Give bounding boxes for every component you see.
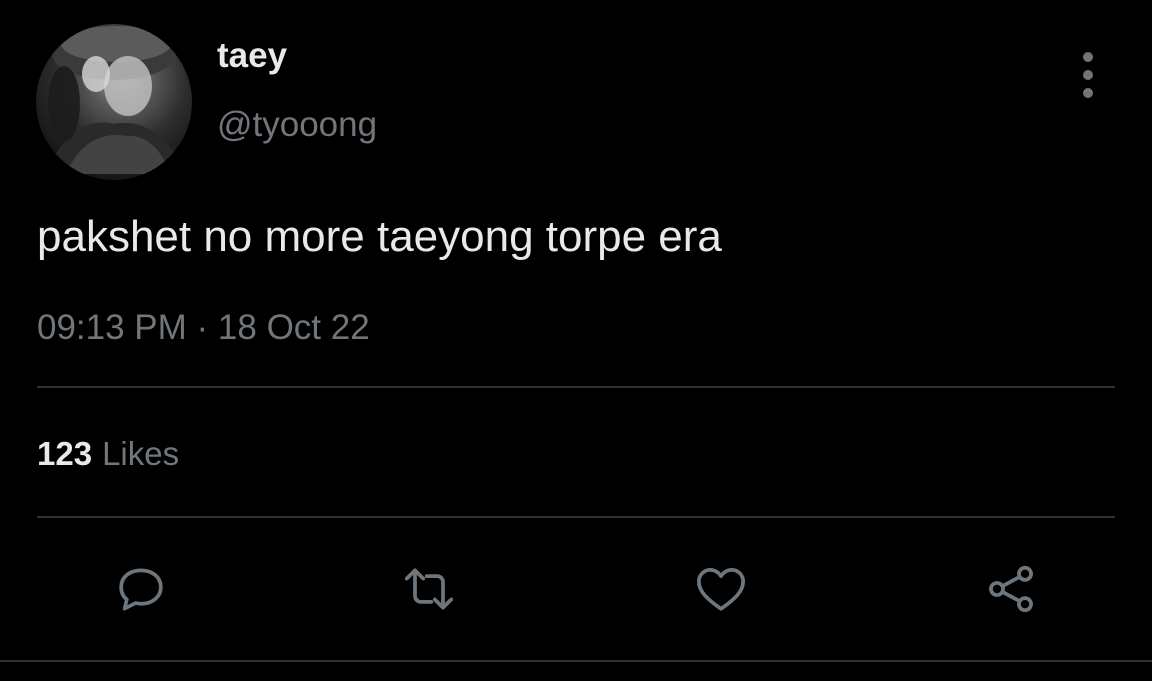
avatar[interactable] [36,24,192,180]
tweet-timestamp[interactable]: 09:13 PM · 18 Oct 22 [37,310,370,345]
divider [37,516,1115,518]
divider [37,386,1115,388]
share-icon [989,565,1033,613]
user-handle[interactable]: @tyooong [217,107,377,142]
tweet-text: pakshet no more taeyong torpe era [37,212,722,261]
more-options-button[interactable] [1070,52,1106,98]
more-vertical-icon [1083,88,1093,98]
retweet-button[interactable] [398,558,460,620]
more-vertical-icon [1083,70,1093,80]
likes-count: 123 [37,435,93,472]
reply-button[interactable] [110,558,172,620]
likes-stat[interactable]: 123 Likes [37,437,179,470]
like-button[interactable] [690,558,752,620]
display-name[interactable]: taey [217,38,287,73]
retweet-icon [404,568,454,610]
more-vertical-icon [1083,52,1093,62]
share-button[interactable] [980,558,1042,620]
divider [0,660,1152,662]
reply-icon [119,568,163,611]
heart-icon [696,568,746,611]
likes-label: Likes [102,435,180,472]
avatar-image [46,26,186,174]
